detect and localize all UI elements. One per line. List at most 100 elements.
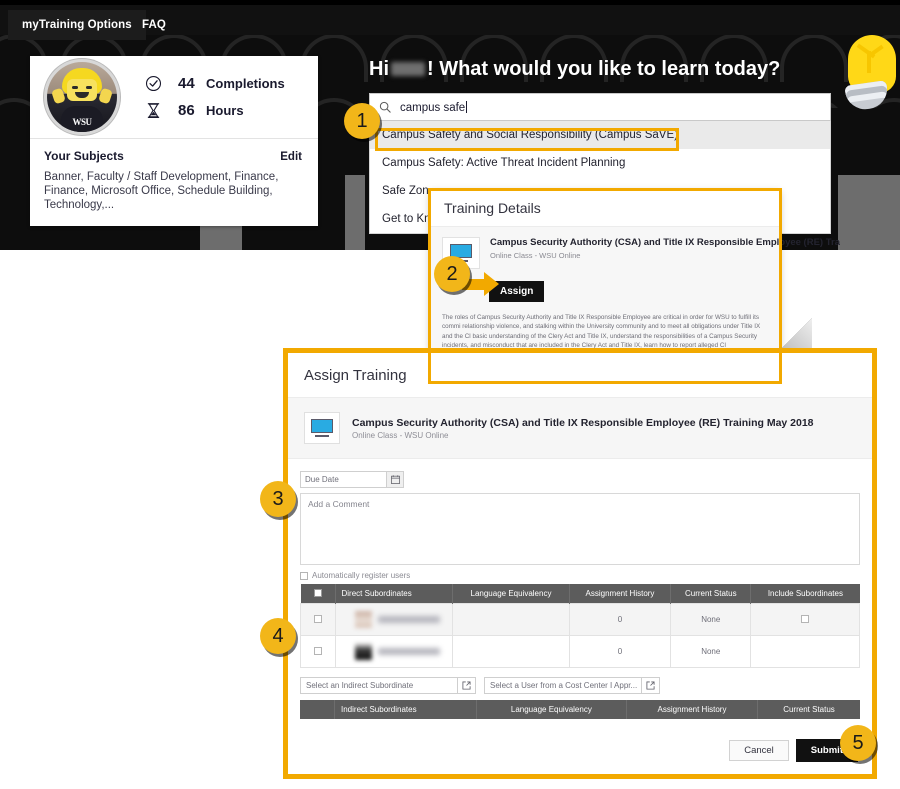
training-details-title: Training Details [430,190,780,227]
row-include-subordinates-cell[interactable] [750,603,860,636]
callout-badge-5: 5 [840,725,876,761]
assign-training-form: Due Date Add a Comment Automatically reg… [288,459,872,729]
search-result-item[interactable]: Campus Safety: Active Threat Incident Pl… [370,149,830,177]
edit-subjects-link[interactable]: Edit [280,151,302,163]
callout-badge-1: 1 [344,103,380,139]
page-title: Hi ! What would you like to learn today? [369,58,780,81]
search-input-value: campus safe [400,101,466,114]
search-icon [378,100,392,114]
callout-badge-3: 3 [260,481,296,517]
row-subordinate-name [334,635,454,668]
redacted-user-name [391,62,425,76]
avatar [354,611,372,628]
redacted-name [377,648,440,655]
training-details-description: The roles of Campus Security Authority a… [442,314,761,350]
screenshot-root: myTraining Options FAQ Hi ! What would yo… [0,0,900,789]
profile-card: WSU 44 Completions 86 Hours Your Subject… [30,56,318,226]
column-assignment-history: Assignment History [569,584,672,604]
row-current-status: None [670,635,752,668]
stat-completions-label: Completions [206,76,285,91]
search-input[interactable]: campus safe [369,93,831,121]
search-result-item[interactable]: Campus Safety and Social Responsibility … [370,121,830,149]
column-indirect-subordinates: Indirect Subordinates [334,700,477,719]
column-indirect-language-equivalency: Language Equivalency [476,700,627,719]
row-subordinate-name [334,603,454,636]
stat-completions: 44 Completions [142,70,285,97]
stat-hours-value: 86 [178,102,195,119]
table-row: 0 None [300,635,860,668]
lightbulb-icon [840,35,896,115]
row-checkbox[interactable] [313,614,322,623]
subjects-title: Your Subjects [44,149,124,163]
subjects-list: Banner, Faculty / Staff Development, Fin… [44,171,279,211]
row-select-cell[interactable] [300,635,336,668]
background-block-right [838,175,900,250]
assign-training-modal: Assign Training Campus Security Authorit… [283,348,877,779]
auto-register-label: Automatically register users [312,571,411,580]
subjects-section: Your Subjects Edit Banner, Faculty / Sta… [30,139,318,226]
check-circle-icon [142,73,164,95]
cancel-button[interactable]: Cancel [729,740,789,761]
redacted-name [377,616,440,623]
indirect-subordinates-table: Indirect Subordinates Language Equivalen… [300,700,860,719]
stats-list: 44 Completions 86 Hours [142,70,285,124]
row-checkbox[interactable] [313,646,322,655]
assign-training-course-title: Campus Security Authority (CSA) and Titl… [352,416,814,429]
training-details-course-subtitle: Online Class - WSU Online [490,251,581,260]
hourglass-icon [142,100,164,122]
cost-center-input[interactable]: Select a User from a Cost Center I Appr.… [485,678,641,693]
assign-training-course-row: Campus Security Authority (CSA) and Titl… [288,398,872,459]
background-block-mid [345,175,365,250]
column-language-equivalency: Language Equivalency [452,584,570,604]
column-indirect-assignment-history: Assignment History [626,700,759,719]
callout-badge-4: 4 [260,618,296,654]
tab-mytraining-options[interactable]: myTraining Options [8,10,146,40]
column-direct-subordinates: Direct Subordinates [335,584,454,604]
training-details-course-title: Campus Security Authority (CSA) and Titl… [490,237,840,248]
stat-completions-value: 44 [178,75,195,92]
stat-hours-label: Hours [206,103,244,118]
row-language [452,603,570,636]
column-include-subordinates: Include Subordinates [750,584,860,604]
row-current-status: None [670,603,752,636]
indirect-select-all-header [300,700,335,719]
assign-training-title: Assign Training [288,353,872,398]
row-include-subordinates-cell [750,635,860,668]
stat-hours: 86 Hours [142,97,285,124]
column-indirect-current-status: Current Status [757,700,860,719]
avatar [354,643,372,660]
due-date-field[interactable]: Due Date [300,471,404,488]
table-header-row: Indirect Subordinates Language Equivalen… [300,700,860,719]
profile-stats-area: WSU 44 Completions 86 Hours [30,56,318,138]
assign-training-course-subtitle: Online Class - WSU Online [352,430,449,440]
auto-register-row[interactable]: Automatically register users [300,571,860,580]
greeting-suffix: ! What would you like to learn today? [427,58,781,80]
external-link-icon[interactable] [457,678,475,693]
assign-training-footer: Cancel Submit [288,729,872,774]
table-header-row: Direct Subordinates Language Equivalency… [300,584,860,604]
select-all-checkbox[interactable] [313,588,322,597]
table-row: 0 None [300,603,860,636]
avatar: WSU [44,59,120,135]
include-subordinates-checkbox[interactable] [801,614,810,623]
row-select-cell[interactable] [300,603,336,636]
callout-badge-2: 2 [434,256,470,292]
indirect-subordinate-picker[interactable]: Select an Indirect Subordinate [300,677,476,694]
tab-faq[interactable]: FAQ [128,10,180,40]
avatar-label: WSU [72,117,92,127]
indirect-subordinate-input[interactable]: Select an Indirect Subordinate [301,678,457,693]
external-link-icon[interactable] [641,678,659,693]
row-assignment-history: 0 [568,603,672,636]
select-all-header[interactable] [300,584,336,604]
primary-navbar: myTraining Options FAQ [0,5,900,40]
comment-textarea[interactable]: Add a Comment [300,493,860,565]
monitor-icon [304,412,340,444]
cost-center-picker[interactable]: Select a User from a Cost Center I Appr.… [484,677,660,694]
due-date-input[interactable]: Due Date [301,472,386,487]
calendar-icon[interactable] [386,472,403,487]
direct-subordinates-table: Direct Subordinates Language Equivalency… [300,584,860,668]
row-language [452,635,570,668]
row-assignment-history: 0 [568,635,672,668]
auto-register-checkbox[interactable] [300,571,308,580]
text-caret [466,100,468,113]
